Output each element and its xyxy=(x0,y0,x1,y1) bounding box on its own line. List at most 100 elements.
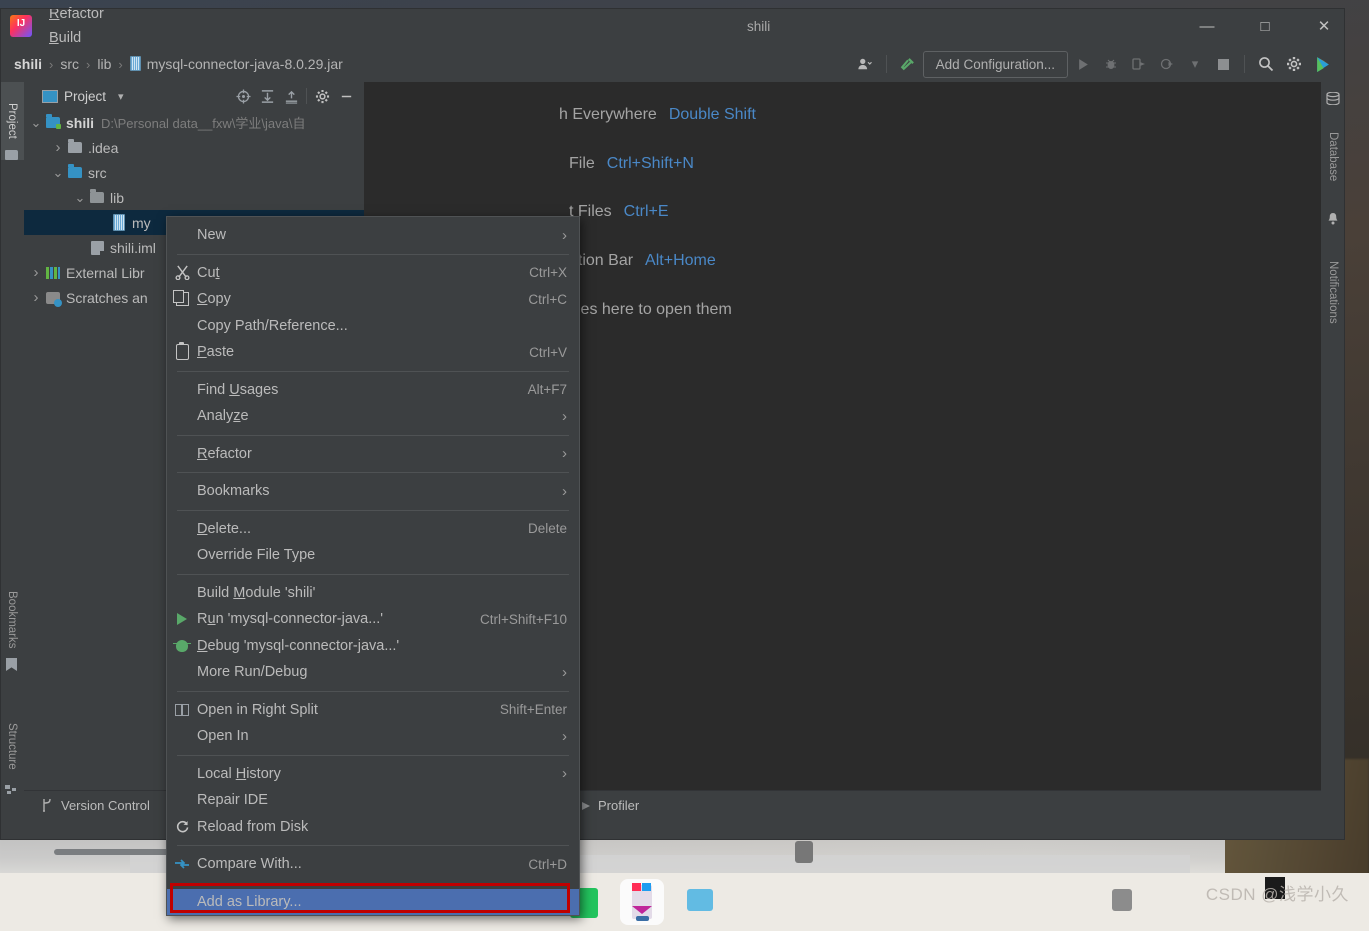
breadcrumb-item-3[interactable]: mysql-connector-java-8.0.29.jar xyxy=(126,55,347,73)
context-menu[interactable]: New › Cut Ctrl+X Copy Ctrl+C Copy Path/Referen… xyxy=(166,216,580,916)
chevron-right-icon[interactable]: › xyxy=(50,139,66,156)
tree-node-lib[interactable]: ⌄ lib xyxy=(24,185,364,210)
settings-gear-icon[interactable] xyxy=(310,85,334,107)
compare-icon xyxy=(167,858,197,871)
chevron-down-icon[interactable]: ⌄ xyxy=(50,166,66,179)
hide-panel-icon[interactable] xyxy=(334,85,358,107)
menu-item-delete[interactable]: Delete... Delete xyxy=(167,516,579,543)
project-panel-title: Project xyxy=(64,88,107,104)
menu-item-open-in-right-split[interactable]: Open in Right Split Shift+Enter xyxy=(167,697,579,724)
menu-refactor[interactable]: Refactor xyxy=(40,2,115,26)
search-icon[interactable] xyxy=(1253,52,1279,76)
menu-item-refactor[interactable]: Refactor › xyxy=(167,441,579,468)
maximize-button[interactable]: □ xyxy=(1242,8,1288,44)
chevron-down-icon[interactable]: ⌄ xyxy=(28,116,44,129)
sidebar-item-structure[interactable]: Structure xyxy=(0,702,24,790)
menu-separator xyxy=(177,845,569,846)
chevron-right-icon: › xyxy=(562,226,567,244)
menu-item-repair-ide[interactable]: Repair IDE xyxy=(167,787,579,814)
tree-node-label: my xyxy=(132,214,151,231)
breadcrumb-item-2[interactable]: lib xyxy=(93,55,115,73)
collapse-all-icon[interactable] xyxy=(279,85,303,107)
menu-item-label: Analyze xyxy=(197,408,249,425)
chevron-right-icon[interactable]: › xyxy=(28,264,44,281)
right-stripe-item-notifications[interactable]: Notifications xyxy=(1321,230,1345,354)
breadcrumb-item-1[interactable]: src xyxy=(56,55,83,73)
window-title: shili xyxy=(747,19,771,34)
sidebar-item-project[interactable]: Project xyxy=(0,82,24,160)
version-control-label[interactable]: Version Control xyxy=(61,798,150,813)
run-with-coverage-icon[interactable] xyxy=(1126,52,1152,76)
chevron-down-icon[interactable]: ▾ xyxy=(1182,52,1208,76)
chevron-right-icon: › xyxy=(562,445,567,463)
menu-separator xyxy=(177,690,569,692)
intellij-logo-icon xyxy=(10,15,32,37)
add-configuration-button[interactable]: Add Configuration... xyxy=(922,50,1068,78)
expand-all-icon[interactable] xyxy=(255,85,279,107)
tree-node-shili[interactable]: ⌄ shili D:\Personal data__fxw\学业\java\自 xyxy=(24,110,364,135)
tree-node-label: shili xyxy=(66,114,95,131)
menu-item-local-history[interactable]: Local History › xyxy=(167,761,579,788)
menu-item-label: Refactor xyxy=(197,445,252,462)
menu-item-new[interactable]: New › xyxy=(167,222,579,249)
menu-item-shortcut: Ctrl+D xyxy=(528,856,567,872)
menu-item-compare-with[interactable]: Compare With... Ctrl+D xyxy=(167,851,579,878)
profiler-label[interactable]: Profiler xyxy=(598,798,639,813)
breadcrumb-item-0[interactable]: shili xyxy=(10,55,46,73)
user-icon[interactable] xyxy=(852,52,878,76)
project-folder-icon xyxy=(44,114,62,129)
menu-item-analyze[interactable]: Analyze › xyxy=(167,403,579,430)
select-opened-file-icon[interactable] xyxy=(231,85,255,107)
menu-item-bookmarks[interactable]: Bookmarks › xyxy=(167,478,579,505)
menu-item-copy[interactable]: Copy Ctrl+C xyxy=(167,286,579,313)
menu-separator xyxy=(177,253,569,255)
editor-hint-shortcut: Ctrl+Shift+N xyxy=(606,155,694,172)
tree-node-label: .idea xyxy=(88,139,119,156)
build-hammer-icon[interactable] xyxy=(895,52,921,76)
menu-item-debug--mysql-connector-java[interactable]: Debug 'mysql-connector-java...' xyxy=(167,633,579,660)
menu-item-copy-path-reference[interactable]: Copy Path/Reference... xyxy=(167,313,579,340)
menu-item-open-in[interactable]: Open In › xyxy=(167,723,579,750)
menu-item-more-run-debug[interactable]: More Run/Debug › xyxy=(167,659,579,686)
chevron-down-icon[interactable]: ▾ xyxy=(118,90,124,103)
breadcrumb: shili › src › lib › mysql-connector-java-8.0.2… xyxy=(10,54,347,74)
gear-icon[interactable] xyxy=(1281,52,1307,76)
minimize-button[interactable]: — xyxy=(1184,8,1230,44)
chevron-right-icon: › xyxy=(562,482,567,500)
sidebar-item-bookmarks[interactable]: Bookmarks xyxy=(0,572,24,668)
chevron-right-icon[interactable]: › xyxy=(28,289,44,306)
taskbar-app-gray[interactable] xyxy=(1112,889,1132,911)
breadcrumb-separator: › xyxy=(86,56,91,72)
editor-hint-text: files here to open them xyxy=(569,301,732,318)
menu-item-label: New xyxy=(197,227,227,244)
menu-item-run--mysql-connector-java[interactable]: Run 'mysql-connector-java...' Ctrl+Shift+… xyxy=(167,606,579,633)
menu-item-label: Reload from Disk xyxy=(197,818,309,835)
menu-item-paste[interactable]: Paste Ctrl+V xyxy=(167,339,579,366)
menu-item-add-as-library[interactable]: Add as Library... xyxy=(167,888,579,915)
taskbar-app-blue[interactable] xyxy=(687,889,713,911)
menu-item-shortcut: Alt+F7 xyxy=(527,382,567,398)
stripe-label-database: Database xyxy=(1327,132,1339,182)
menu-item-shortcut: Ctrl+V xyxy=(529,344,567,360)
menu-item-override-file-type[interactable]: Override File Type xyxy=(167,542,579,569)
debug-icon[interactable] xyxy=(1098,52,1124,76)
right-stripe-item-database[interactable]: Database xyxy=(1321,110,1345,204)
tree-spacer: · xyxy=(72,242,88,253)
menu-item-build-module--shili[interactable]: Build Module 'shili' xyxy=(167,580,579,607)
menu-item-find-usages[interactable]: Find Usages Alt+F7 xyxy=(167,377,579,404)
scratches-icon xyxy=(44,291,62,307)
menu-item-label: Find Usages xyxy=(197,381,279,398)
updates-icon[interactable] xyxy=(1309,52,1335,76)
profile-run-icon[interactable] xyxy=(1154,52,1180,76)
stop-icon[interactable] xyxy=(1210,52,1236,76)
close-button[interactable]: ✕ xyxy=(1301,8,1347,44)
taskbar-app-card[interactable] xyxy=(620,879,664,925)
paste-icon xyxy=(167,342,197,361)
stripe-label-notifications: Notifications xyxy=(1327,260,1339,324)
tree-node-src[interactable]: ⌄ src xyxy=(24,160,364,185)
chevron-down-icon[interactable]: ⌄ xyxy=(72,191,88,204)
menu-item-cut[interactable]: Cut Ctrl+X xyxy=(167,260,579,287)
run-icon[interactable] xyxy=(1070,52,1096,76)
menu-item-reload-from-disk[interactable]: Reload from Disk xyxy=(167,814,579,841)
tree-node--idea[interactable]: › .idea xyxy=(24,135,364,160)
